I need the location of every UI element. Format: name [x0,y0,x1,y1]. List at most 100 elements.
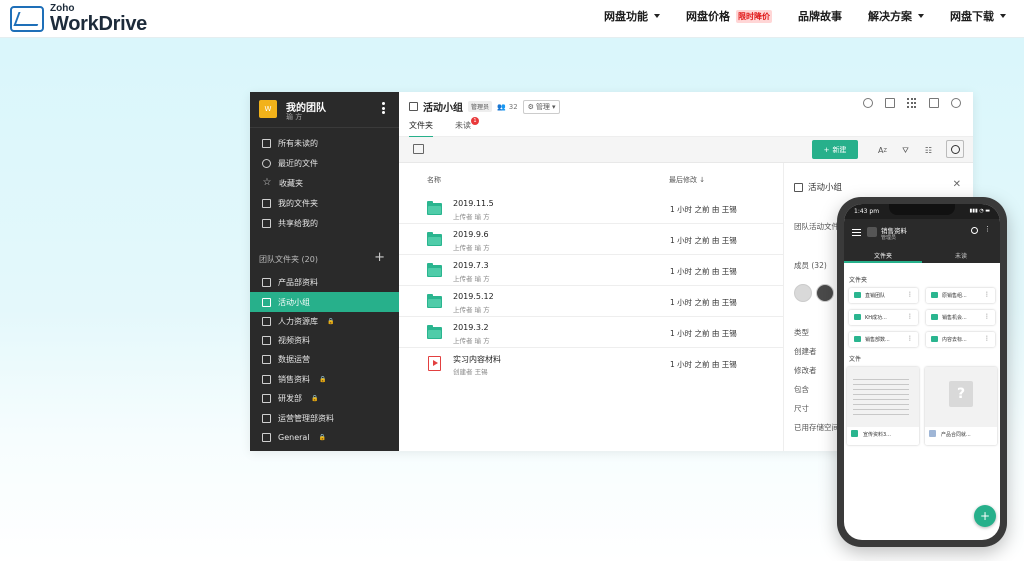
sidebar: W 我的团队 瑜 方 所有未读的 最近的文件 ☆ 收藏夹 我的文件夹 共享给我的 … [250,92,399,451]
sidebar-item-shared[interactable]: 共享给我的 [250,213,399,233]
nav-brand-story[interactable]: 品牌故事 [798,8,842,24]
sidebar-item-recent[interactable]: 最近的文件 [250,153,399,173]
logo-brand-name: WorkDrive [50,13,147,35]
table-row[interactable]: 2019.9.6 上传者 瑜 方1 小时 之前 由 王锡 [399,224,783,255]
gear-icon: ⚙ [527,102,534,111]
clock-icon [262,158,271,168]
details-field-type: 类型 [794,328,809,337]
table-row[interactable]: 实习内容材料 创建者 王锡 1 小时 之前 由 王锡 [399,348,783,379]
details-members[interactable]: 成员 (32) [794,260,827,271]
add-folder-icon[interactable]: + [374,250,385,265]
nav-solutions[interactable]: 解决方案 [868,8,924,24]
list-item[interactable]: 原销售组... ⋮ [926,288,995,303]
list-item[interactable]: 直销团队 ⋮ [849,288,918,303]
sidebar-item-team-folder[interactable]: 运营管理部资料 [250,408,399,428]
filter-icon[interactable]: ⛛ [900,145,911,156]
kebab-menu-icon[interactable]: ⋮ [907,335,913,342]
sidebar-item-favorites[interactable]: ☆ 收藏夹 [250,173,399,193]
sidebar-item-team-folder[interactable]: 视频资料 [250,330,399,350]
inbox-icon [262,138,271,148]
table-row[interactable]: 2019.5.12 上传者 瑜 方1 小时 之前 由 王锡 [399,286,783,317]
sidebar-item-team-folder[interactable]: 研发部 🔒 [250,388,399,408]
sidebar-item-team-folder[interactable]: 销售资料 🔒 [250,369,399,389]
member-count[interactable]: 👥 32 [497,103,518,111]
close-icon[interactable]: ✕ [953,179,961,190]
team-header[interactable]: W 我的团队 瑜 方 [250,92,399,128]
folder-icon [262,198,271,208]
search-icon[interactable] [971,227,978,234]
bell-icon[interactable] [929,98,939,108]
add-fab-button[interactable]: + [974,505,996,527]
phone-screen: 1:43 pm ▮▮▮ ◔ ▬ 销售资料 管理员 ⋮ 文件夹 未读 文件夹 直销… [844,204,1000,540]
column-name[interactable]: 名称 [427,175,441,185]
sidebar-item-my-folders[interactable]: 我的文件夹 [250,193,399,213]
nav-features[interactable]: 网盘功能 [604,8,660,24]
phone-time: 1:43 pm [854,208,880,215]
info-toggle-button[interactable] [946,140,964,158]
team-folder-icon [409,102,418,111]
list-view-icon[interactable]: ☷ [923,145,934,156]
team-folder-icon[interactable] [413,144,424,154]
help-icon[interactable] [951,98,961,108]
team-folder-icon [867,227,877,237]
info-icon [950,144,960,154]
list-header: 名称 最后修改 ↓ [399,163,783,193]
folder-icon [427,232,442,246]
hamburger-menu-icon[interactable] [852,229,861,236]
kebab-menu-icon[interactable]: ⋮ [984,225,991,232]
chevron-down-icon [654,14,660,18]
folder-tabs: 文件夹 未读 1 [409,117,479,138]
avatar[interactable] [816,284,834,302]
file-card[interactable]: 宣传资料3... [847,367,919,445]
phone-role: 管理员 [881,235,897,241]
table-row[interactable]: 2019.3.2 上传者 瑜 方1 小时 之前 由 王锡 [399,317,783,348]
sidebar-item-team-folder[interactable]: 产品部资料 [250,272,399,292]
folder-icon [854,336,861,342]
file-card[interactable]: ? 产品合同就... [925,367,997,445]
workdrive-logo[interactable]: Zoho WorkDrive [10,4,147,34]
manage-dropdown[interactable]: ⚙ 管理 ▾ [522,99,561,114]
nav-download[interactable]: 网盘下载 [950,8,1006,24]
tab-folders[interactable]: 文件夹 [844,249,922,263]
nav-pricing[interactable]: 网盘价格 限时降价 [686,8,772,24]
cloud-icon[interactable] [885,98,895,108]
sidebar-item-unread[interactable]: 所有未读的 [250,133,399,153]
table-row[interactable]: 2019.11.5 上传者 瑜 方1 小时 之前 由 王锡 [399,193,783,224]
sidebar-item-team-folder[interactable]: General 🔒 [250,427,399,447]
list-item[interactable]: KH成功... ⋮ [849,310,918,325]
search-icon[interactable] [863,98,873,108]
apps-grid-icon[interactable] [907,98,917,108]
sidebar-item-team-folder[interactable]: 人力资源库 🔒 [250,311,399,331]
tab-folders[interactable]: 文件夹 [409,120,433,138]
kebab-menu-icon[interactable]: ⋮ [984,313,990,320]
kebab-menu-icon[interactable]: ⋮ [907,291,913,298]
team-folder-icon [262,374,271,384]
kebab-menu-icon[interactable]: ⋮ [984,335,990,342]
folder-icon [931,314,938,320]
column-modified[interactable]: 最后修改 ↓ [669,175,705,185]
list-item[interactable]: 销售部数... ⋮ [849,332,918,347]
team-avatar: W [259,100,277,118]
kebab-menu-icon[interactable] [382,102,385,114]
new-button[interactable]: + 新建 [812,140,858,159]
folder-icon [427,294,442,308]
kebab-menu-icon[interactable]: ⋮ [907,313,913,320]
avatar[interactable] [794,284,812,302]
sidebar-item-team-folder[interactable]: 数据运营 [250,349,399,369]
table-row[interactable]: 2019.7.3 上传者 瑜 方1 小时 之前 由 王锡 [399,255,783,286]
chevron-down-icon [1000,14,1006,18]
kebab-menu-icon[interactable]: ⋮ [984,291,990,298]
folder-icon [427,201,442,215]
tab-unread[interactable]: 未读 [922,249,1000,263]
header-icons [863,98,961,108]
unknown-file-icon: ? [949,381,973,407]
team-folder-icon [262,277,271,287]
list-item[interactable]: 内容去标... ⋮ [926,332,995,347]
sidebar-item-team-folder-active[interactable]: 活动小组 [250,292,399,312]
tab-unread[interactable]: 未读 1 [455,117,479,138]
team-folder-icon [262,316,271,326]
list-item[interactable]: 销售机会... ⋮ [926,310,995,325]
workdrive-logo-icon [10,6,44,32]
chevron-down-icon: ▾ [551,102,556,111]
sort-az-icon[interactable]: AZ [877,145,888,156]
